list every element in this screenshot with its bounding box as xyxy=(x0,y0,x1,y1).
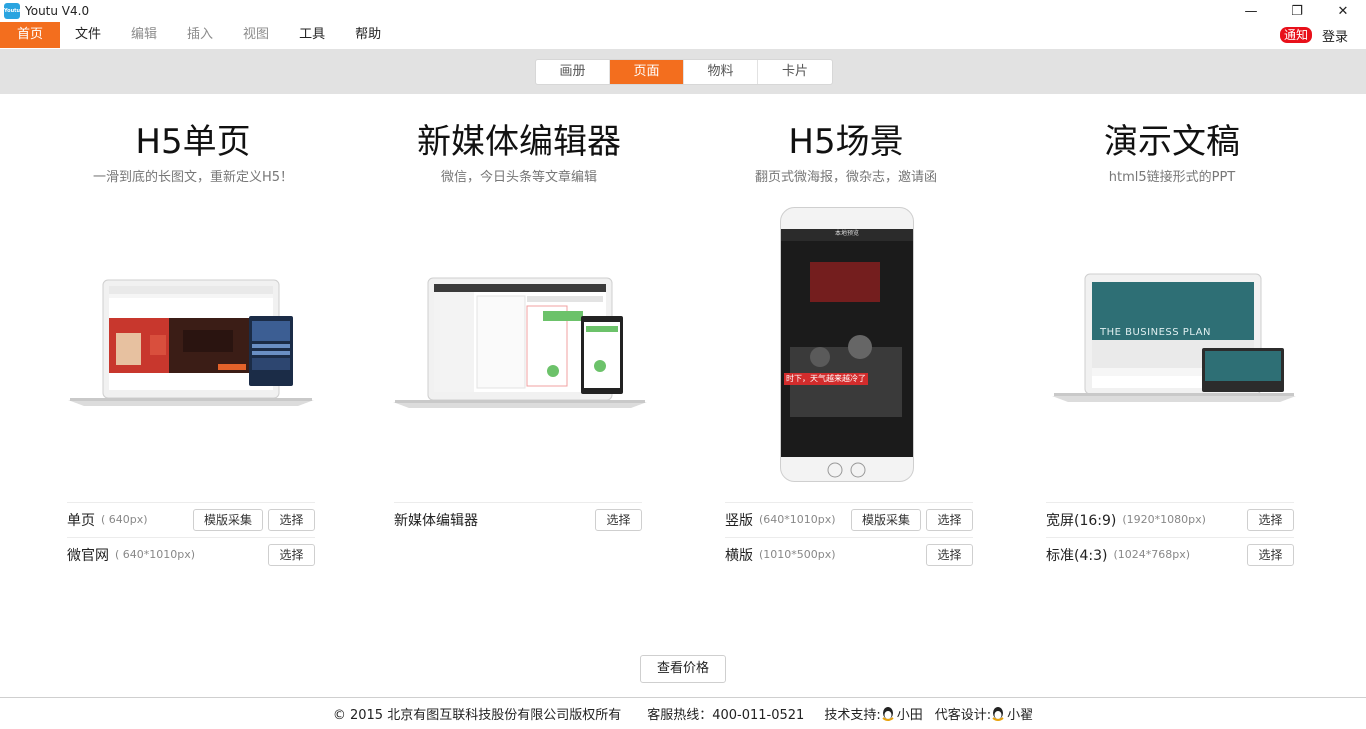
tabs-strip: 画册 页面 物料 卡片 xyxy=(0,49,1366,94)
menu-right: 通知 登录 xyxy=(1279,22,1348,48)
product-title: H5场景 xyxy=(788,122,904,162)
title-bar: Youtu Youtu V4.0 — ❐ ✕ xyxy=(0,0,1366,22)
option-row: 横版 (1010*500px) 选择 xyxy=(725,537,973,571)
phone-caption: 时下，天气越来越冷了 xyxy=(786,374,866,383)
menu-bar: 首页 文件 编辑 插入 视图 工具 帮助 通知 登录 xyxy=(0,22,1366,48)
option-size: (640*1010px) xyxy=(759,513,836,526)
menu-home[interactable]: 首页 xyxy=(0,22,60,48)
option-name: 标准(4:3) xyxy=(1046,547,1108,564)
option-name: 单页 xyxy=(67,512,95,529)
template-collect-button[interactable]: 模版采集 xyxy=(851,509,921,531)
app-logo-icon: Youtu xyxy=(4,3,20,19)
menu-view[interactable]: 视图 xyxy=(228,22,284,48)
laptop-illustration xyxy=(393,277,647,408)
hotline-text: 客服热线：400-011-0521 xyxy=(647,708,805,723)
menu-edit[interactable]: 编辑 xyxy=(116,22,172,48)
select-button[interactable]: 选择 xyxy=(1247,544,1294,566)
menu-tools[interactable]: 工具 xyxy=(284,22,340,48)
tab-card[interactable]: 卡片 xyxy=(758,60,832,84)
tab-album[interactable]: 画册 xyxy=(536,60,610,84)
restore-button[interactable]: ❐ xyxy=(1274,0,1320,22)
menu-help[interactable]: 帮助 xyxy=(340,22,396,48)
tab-page[interactable]: 页面 xyxy=(610,60,684,84)
option-row: 宽屏(16:9) (1920*1080px) 选择 xyxy=(1046,502,1294,536)
option-name: 竖版 xyxy=(725,512,753,529)
qq-icon[interactable] xyxy=(881,706,895,722)
select-button[interactable]: 选择 xyxy=(1247,509,1294,531)
support-label: 技术支持: xyxy=(824,708,881,723)
product-subtitle: html5链接形式的PPT xyxy=(1108,170,1236,185)
category-tabs: 画册 页面 物料 卡片 xyxy=(535,59,833,85)
qq-icon[interactable] xyxy=(991,706,1005,722)
copyright-text: © 2015 北京有图互联科技股份有限公司版权所有 xyxy=(332,708,622,723)
option-name: 微官网 xyxy=(67,547,109,564)
option-row: 微官网 ( 640*1010px) 选择 xyxy=(67,537,315,571)
design-name[interactable]: 小翟 xyxy=(1007,704,1033,723)
close-button[interactable]: ✕ xyxy=(1320,0,1366,22)
minimize-button[interactable]: — xyxy=(1228,0,1274,22)
laptop-frame xyxy=(1052,273,1296,402)
view-price-button[interactable]: 查看价格 xyxy=(640,655,726,683)
login-link[interactable]: 登录 xyxy=(1322,26,1348,45)
option-name: 宽屏(16:9) xyxy=(1046,512,1117,529)
notice-badge[interactable]: 通知 xyxy=(1279,27,1312,43)
product-subtitle: 一滑到底的长图文，重新定义H5！ xyxy=(92,170,294,185)
product-presentation: 演示文稿 html5链接形式的PPT xyxy=(1012,120,1332,185)
window-controls: — ❐ ✕ xyxy=(1228,0,1366,22)
product-h5-scene: H5场景 翻页式微海报，微杂志，邀请函 xyxy=(686,120,1006,185)
option-size: (1010*500px) xyxy=(759,548,836,561)
phone-illustration: 本地预览 时下，天气越来越冷了 xyxy=(780,207,914,482)
support-name[interactable]: 小田 xyxy=(897,704,923,723)
laptop-illustration: THE BUSINESS PLAN xyxy=(1052,272,1296,406)
option-name: 新媒体编辑器 xyxy=(394,512,478,529)
select-button[interactable]: 选择 xyxy=(926,509,973,531)
option-row: 竖版 (640*1010px) 模版采集 选择 xyxy=(725,502,973,536)
product-subtitle: 微信，今日头条等文章编辑 xyxy=(440,170,597,185)
tab-material[interactable]: 物料 xyxy=(684,60,758,84)
slide-title: THE BUSINESS PLAN xyxy=(1100,327,1211,338)
phone-frame xyxy=(780,207,914,482)
phone-header: 本地预览 xyxy=(834,230,859,237)
product-title: 新媒体编辑器 xyxy=(417,122,621,162)
menu-insert[interactable]: 插入 xyxy=(172,22,228,48)
option-size: (1920*1080px) xyxy=(1122,513,1206,526)
product-title: 演示文稿 xyxy=(1104,122,1240,162)
option-name: 横版 xyxy=(725,547,753,564)
select-button[interactable]: 选择 xyxy=(595,509,642,531)
select-button[interactable]: 选择 xyxy=(926,544,973,566)
footer: © 2015 北京有图互联科技股份有限公司版权所有 客服热线：400-011-0… xyxy=(0,697,1366,729)
menu-file[interactable]: 文件 xyxy=(60,22,116,48)
design-label: 代客设计: xyxy=(934,708,992,723)
select-button[interactable]: 选择 xyxy=(268,544,315,566)
option-size: ( 640*1010px) xyxy=(115,548,196,561)
product-media-editor: 新媒体编辑器 微信，今日头条等文章编辑 xyxy=(359,120,679,185)
product-subtitle: 翻页式微海报，微杂志，邀请函 xyxy=(754,170,937,185)
option-row: 标准(4:3) (1024*768px) 选择 xyxy=(1046,537,1294,571)
option-row: 新媒体编辑器 选择 xyxy=(394,502,642,536)
option-size: (1024*768px) xyxy=(1113,548,1191,561)
select-button[interactable]: 选择 xyxy=(268,509,315,531)
laptop-illustration xyxy=(68,279,314,406)
product-h5-single: H5单页 一滑到底的长图文，重新定义H5！ xyxy=(33,120,353,185)
window-title: Youtu V4.0 xyxy=(25,4,90,18)
template-collect-button[interactable]: 模版采集 xyxy=(193,509,263,531)
option-row: 单页 ( 640px) 模版采集 选择 xyxy=(67,502,315,536)
product-title: H5单页 xyxy=(135,122,251,162)
option-size: ( 640px) xyxy=(101,513,148,526)
